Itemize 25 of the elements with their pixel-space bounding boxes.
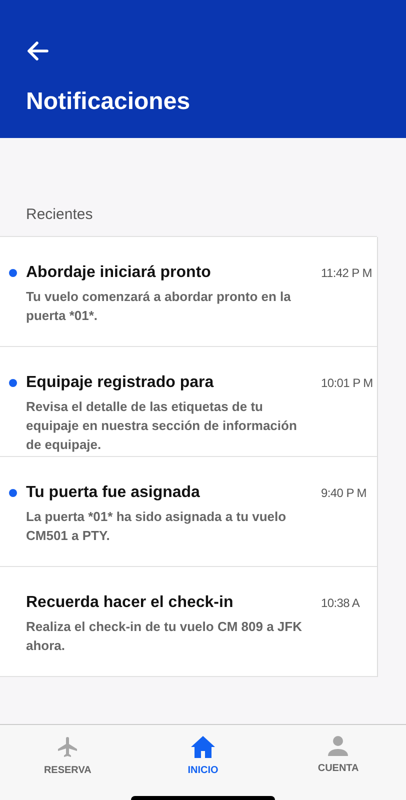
- notification-body: Revisa el detalle de las etiquetas de tu equipaje en nuestra sección de información de equipaje.: [26, 398, 298, 454]
- notification-title: Tu puerta fue asignada: [26, 482, 201, 502]
- airplane-icon: [56, 735, 80, 759]
- notification-title: Recuerda hacer el check-in: [26, 592, 234, 612]
- notification-body: Realiza el check-in de tu vuelo CM 809 a JFK ahora.: [26, 618, 303, 654]
- back-arrow-icon: [26, 39, 50, 63]
- notification-title: Equipaje registrado para: [26, 372, 215, 392]
- notification-body: Tu vuelo comenzará a abordar pronto en la puerta *01*.: [26, 288, 292, 324]
- notification-time: 10:01 P M: [321, 374, 374, 392]
- notification-body: La puerta *01* ha sido asignada a tu vuelo CM501 a PTY.: [26, 508, 288, 544]
- tab-item[interactable]: CUENTA: [270, 735, 406, 800]
- notification-item[interactable]: Recuerda hacer el check-in Realiza el check-in de tu vuelo CM 809 a JFK ahora. 10:38 A: [0, 566, 377, 676]
- home-icon: [190, 735, 216, 759]
- notification-item[interactable]: Abordaje iniciará pronto Tu vuelo comenzará a abordar pronto en la puerta *01*. 11:42 P M: [0, 236, 377, 346]
- notification-time: 10:38 A: [321, 594, 361, 612]
- notification-title: Abordaje iniciará pronto: [26, 262, 212, 282]
- person-icon: [327, 735, 350, 757]
- notification-item[interactable]: Equipaje registrado para Revisa el detalle de las etiquetas de tu equipaje en nuestra sección de información de equipaje. 10:01 P M: [0, 346, 377, 456]
- tab-item[interactable]: RESERVA: [0, 735, 136, 800]
- page-title: Notificaciones: [26, 90, 192, 114]
- notification-time: 9:40 P M: [321, 484, 368, 502]
- notification-item[interactable]: Tu puerta fue asignada La puerta *01* ha sido asignada a tu vuelo CM501 a PTY. 9:40 P M: [0, 456, 377, 566]
- section-title: Recientes: [25, 205, 94, 225]
- tab-item[interactable]: INICIO: [135, 735, 271, 800]
- notification-time: 11:42 P M: [321, 264, 373, 282]
